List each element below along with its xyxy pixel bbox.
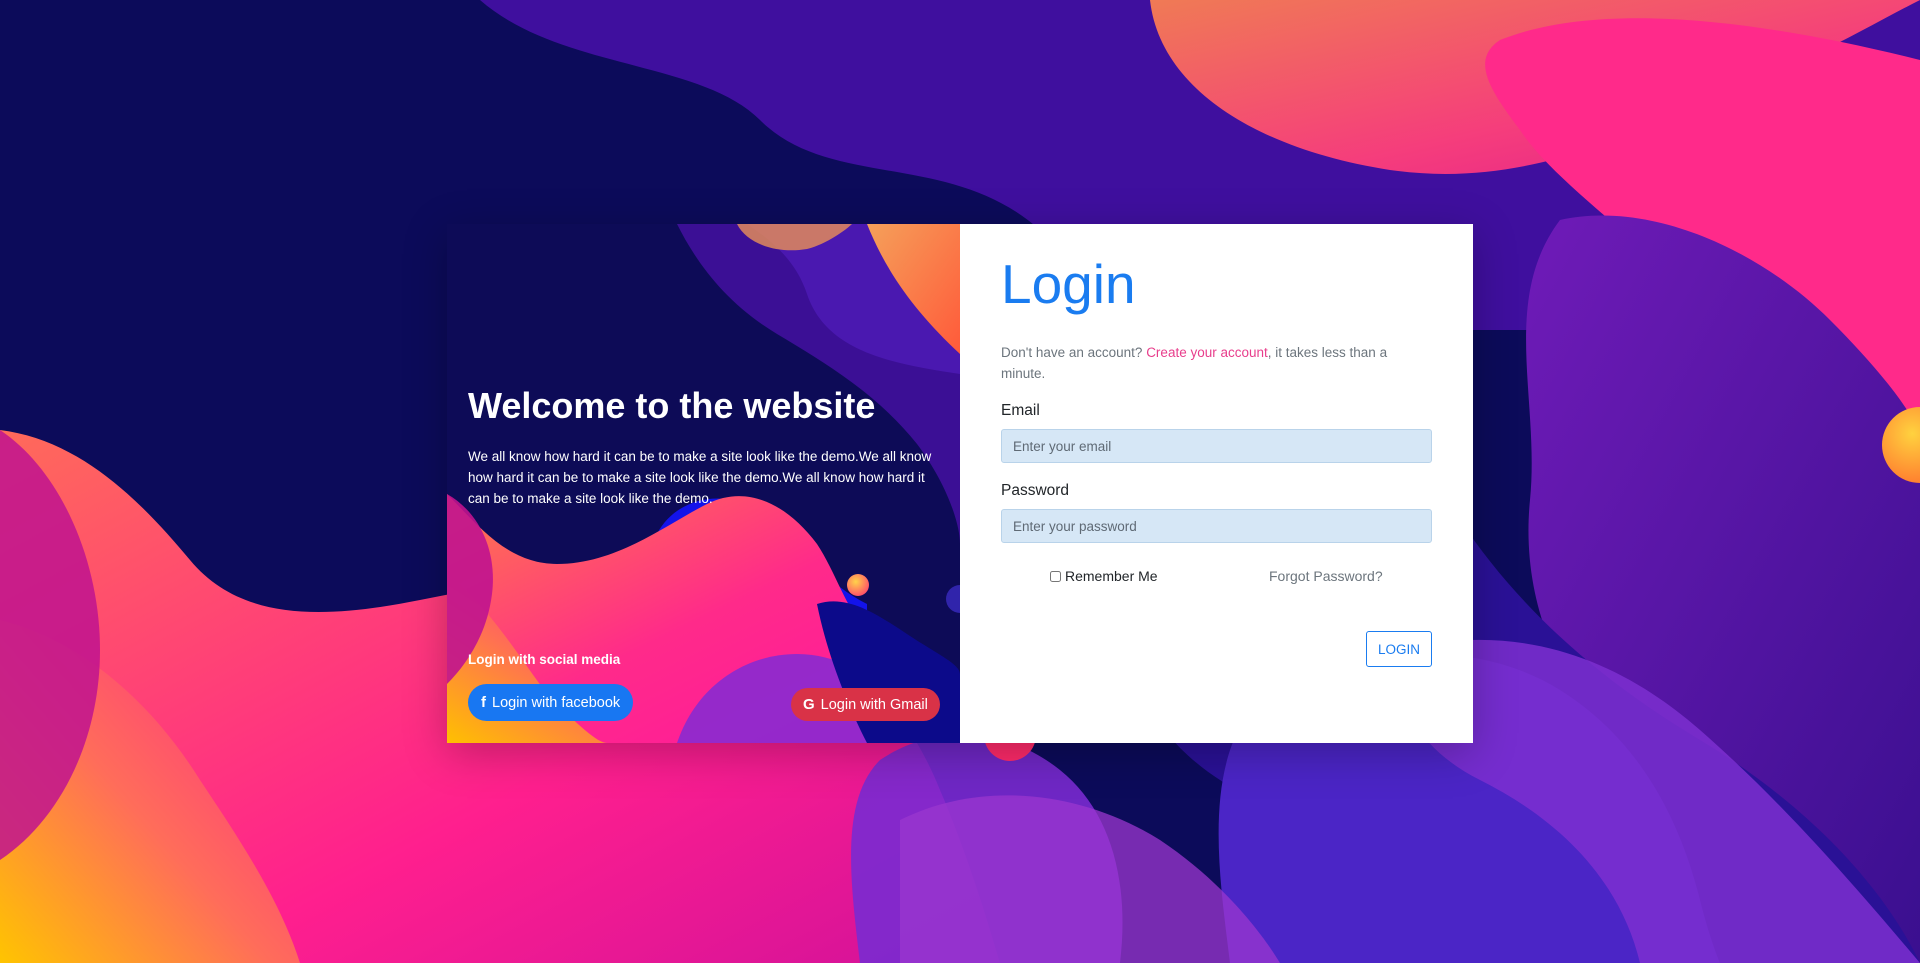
email-field[interactable] [1001,429,1432,463]
password-label: Password [1001,482,1070,499]
welcome-content: Welcome to the website We all know how h… [468,386,938,509]
social-login-label: Login with social media [468,652,621,667]
login-card: Welcome to the website We all know how h… [447,224,1473,743]
signup-prompt: Don't have an account? Create your accou… [1001,342,1421,384]
gmail-login-label: Login with Gmail [820,696,928,713]
facebook-login-label: Login with facebook [492,694,621,711]
login-button[interactable]: LOGIN [1366,631,1432,667]
signup-prompt-text: Don't have an account? [1001,345,1147,360]
google-icon: G [803,696,815,713]
remember-me-checkbox[interactable] [1050,570,1061,582]
remember-me-label: Remember Me [1065,568,1158,584]
welcome-description: We all know how hard it can be to make a… [468,448,932,506]
login-form-panel: Login Don't have an account? Create your… [960,224,1473,743]
login-title: Login [1001,253,1136,315]
welcome-panel: Welcome to the website We all know how h… [447,224,960,743]
password-field[interactable] [1001,509,1432,543]
facebook-login-button[interactable]: f Login with facebook [468,684,634,721]
email-label: Email [1001,402,1040,419]
gmail-login-button[interactable]: G Login with Gmail [791,688,940,721]
create-account-link[interactable]: Create your account [1146,345,1268,360]
remember-me[interactable]: Remember Me [1050,568,1158,584]
facebook-icon: f [481,694,486,711]
welcome-title: Welcome to the website [468,385,876,426]
forgot-password-link[interactable]: Forgot Password? [1269,568,1383,584]
